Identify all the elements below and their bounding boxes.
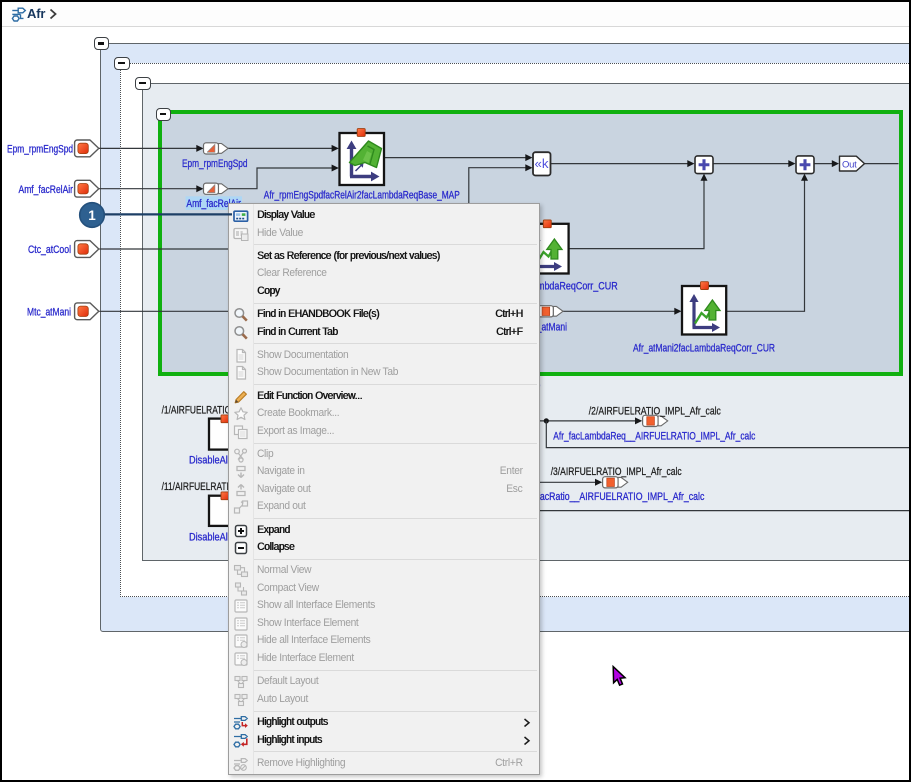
svg-text:/2/AIRFUELRATIO_IMPL_Afr_calc: /2/AIRFUELRATIO_IMPL_Afr_calc	[589, 406, 721, 418]
svg-text:Afr_facRatio__AIRFUELRATIO_IMP: Afr_facRatio__AIRFUELRATIO_IMPL_Afr_calc	[521, 491, 704, 503]
svg-text:Out: Out	[842, 159, 857, 170]
svg-text:Afr_atMani2facLambdaReqCorr_CU: Afr_atMani2facLambdaReqCorr_CUR	[633, 342, 775, 354]
svg-text:Amf_facRelAir: Amf_facRelAir	[19, 184, 74, 196]
svg-text:«k: «k	[535, 156, 550, 171]
svg-text:/3/AIRFUELRATIO_IMPL_Afr_calc: /3/AIRFUELRATIO_IMPL_Afr_calc	[551, 466, 682, 478]
svg-text:Mtc_atMani: Mtc_atMani	[27, 306, 71, 318]
svg-text:1: 1	[88, 208, 96, 223]
svg-text:Afr_facLambdaReq__AIRFUELRATIO: Afr_facLambdaReq__AIRFUELRATIO_IMPL_Afr_…	[553, 431, 755, 443]
svg-text:Epm_rpmEngSpd: Epm_rpmEngSpd	[7, 144, 73, 156]
svg-text:Epm_rpmEngSpd: Epm_rpmEngSpd	[182, 158, 248, 170]
svg-text:Ctc_atCool: Ctc_atCool	[28, 244, 71, 256]
